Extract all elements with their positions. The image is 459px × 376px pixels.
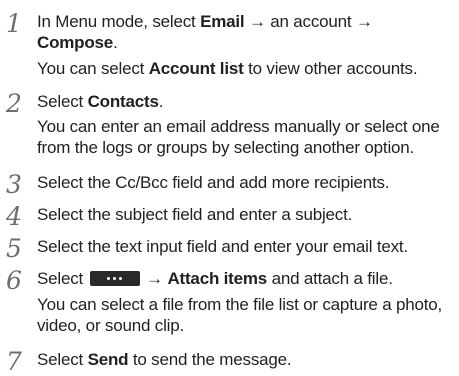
step-number: 1: [6, 9, 22, 38]
step-5-line-1: Select the text input field and enter yo…: [37, 237, 408, 256]
step-2-line-1: Select Contacts.: [37, 92, 164, 111]
account-list-label: Account list: [148, 59, 244, 78]
contacts-label: Contacts: [87, 92, 159, 111]
more-options-icon: [89, 271, 140, 286]
attach-items-label: Attach items: [167, 269, 268, 288]
step-7-line-1: Select Send to send the message.: [37, 350, 292, 369]
step-number: 4: [6, 202, 22, 231]
step-6-note-1: You can select a file from the file list…: [37, 295, 443, 314]
step-2-note-2: from the logs or groups by selecting ano…: [37, 138, 415, 157]
instructions-page: 1 In Menu mode, select Email → an accoun…: [0, 0, 459, 376]
send-label: Send: [87, 350, 129, 369]
step-1-note: You can select Account list to view othe…: [37, 59, 418, 78]
step-3-line-1: Select the Cc/Bcc field and add more rec…: [37, 173, 390, 192]
step-1-line-2: Compose.: [37, 33, 118, 52]
compose-label: Compose: [37, 33, 114, 52]
step-1-line-1: In Menu mode, select Email → an account …: [37, 12, 373, 31]
step-2-note-1: You can enter an email address manually …: [37, 117, 440, 136]
step-number: 7: [6, 347, 22, 376]
step-4-line-1: Select the subject field and enter a sub…: [37, 205, 353, 224]
step-number: 5: [6, 234, 22, 263]
step-6-note-2: video, or sound clip.: [37, 316, 184, 335]
step-number: 2: [6, 89, 22, 118]
step-6-line-1: Select → Attach items and attach a file.: [37, 269, 393, 288]
email-label: Email: [200, 12, 245, 31]
step-number: 3: [6, 170, 22, 199]
step-number: 6: [6, 266, 22, 295]
